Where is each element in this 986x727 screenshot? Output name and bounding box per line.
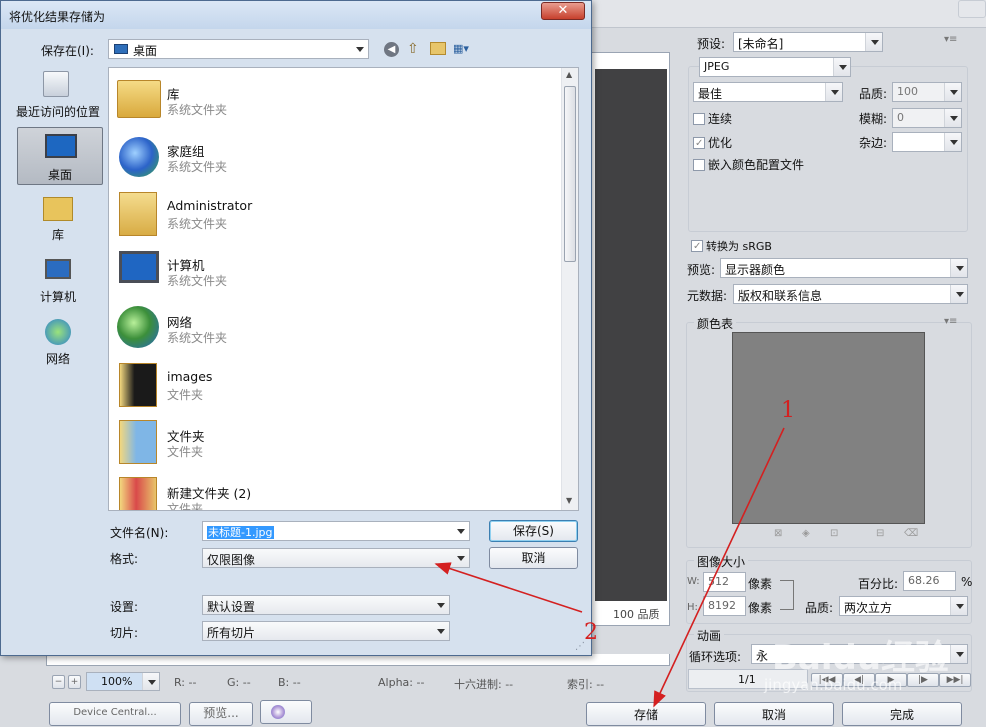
arrow-to-store-button xyxy=(653,427,785,708)
arrow-to-format-dropdown xyxy=(434,562,583,613)
annotation-label-1: 1 xyxy=(781,398,795,423)
watermark-url: jingyan.baidu.com xyxy=(764,676,903,694)
annotation-overlay xyxy=(434,427,785,708)
annotation-label-2: 2 xyxy=(584,620,598,645)
watermark-logo: Baidu经验 xyxy=(772,638,950,678)
